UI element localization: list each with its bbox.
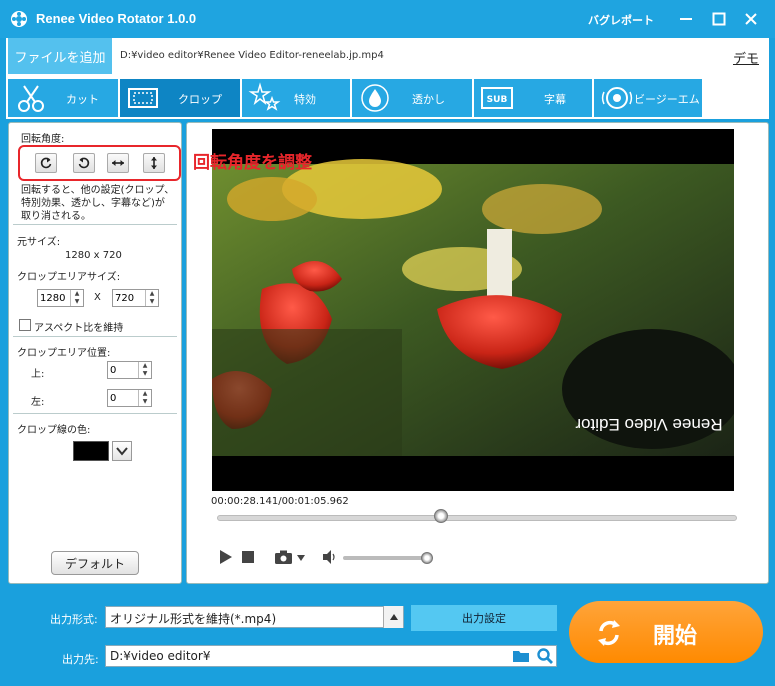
seek-thumb[interactable] bbox=[433, 509, 448, 523]
crop-height-input[interactable] bbox=[115, 291, 141, 305]
folder-icon[interactable] bbox=[512, 648, 530, 664]
output-format-select[interactable]: オリジナル形式を維持(*.mp4) bbox=[105, 606, 404, 628]
output-destination-value: D:¥video editor¥ bbox=[110, 649, 211, 663]
start-button-label: 開始 bbox=[653, 624, 698, 649]
scissors-icon bbox=[18, 85, 44, 112]
top-offset-arrows[interactable]: ▲ ▼ bbox=[138, 362, 151, 378]
crop-area-size-label: クロップエリアサイズ: bbox=[17, 272, 121, 283]
music-icon bbox=[601, 87, 633, 109]
tab-bgm-label: ビージーエム bbox=[634, 93, 700, 106]
timecode: 00:00:28.141/00:01:05.962 bbox=[211, 496, 349, 507]
top-label: 上: bbox=[31, 369, 45, 380]
volume-icon[interactable] bbox=[321, 549, 339, 565]
original-size-value: 1280 x 720 bbox=[65, 250, 122, 261]
crop-settings-panel: 回転角度: 回転すると、他の設定(クロップ、 特別効果、透かし、字幕など)が 取… bbox=[8, 122, 182, 584]
close-icon[interactable] bbox=[741, 9, 761, 29]
volume-bar[interactable] bbox=[343, 556, 431, 560]
crop-height-arrows[interactable]: ▲ ▼ bbox=[145, 290, 158, 306]
crop-line-color-swatch[interactable] bbox=[73, 441, 109, 461]
rotation-annotation: 回転角度を調整 bbox=[193, 153, 312, 173]
tab-crop-label: クロップ bbox=[178, 93, 222, 106]
tab-effects-label: 特効 bbox=[294, 93, 316, 106]
start-button[interactable]: 開始 bbox=[569, 601, 763, 663]
watermark-drop-icon bbox=[361, 84, 389, 112]
output-destination-field[interactable]: D:¥video editor¥ bbox=[105, 645, 557, 667]
add-file-button[interactable]: ファイルを追加 bbox=[8, 38, 112, 74]
keep-aspect-checkbox[interactable] bbox=[19, 319, 31, 331]
camera-icon[interactable] bbox=[273, 549, 295, 565]
left-offset-arrows[interactable]: ▲ ▼ bbox=[138, 390, 151, 406]
rotation-note-line3: 取り消される。 bbox=[21, 211, 91, 222]
crop-width-input[interactable] bbox=[40, 291, 66, 305]
maximize-icon[interactable] bbox=[709, 9, 729, 29]
tab-watermark-label: 透かし bbox=[412, 93, 445, 106]
file-path: D:¥video editor¥Renee Video Editor-renee… bbox=[120, 50, 384, 61]
video-preview: Renee Video Editor bbox=[212, 129, 734, 491]
search-icon[interactable] bbox=[536, 647, 554, 665]
rotation-label: 回転角度: bbox=[21, 134, 65, 145]
tab-subtitle[interactable]: SUB 字幕 bbox=[474, 79, 592, 117]
time-current: 00:00:28.141 bbox=[211, 496, 279, 507]
crop-width-arrows[interactable]: ▲ ▼ bbox=[70, 290, 83, 306]
output-format-value: オリジナル形式を維持(*.mp4) bbox=[110, 612, 277, 626]
convert-arrows-icon bbox=[598, 620, 620, 646]
output-destination-label: 出力先: bbox=[62, 653, 99, 666]
crop-line-color-dropdown[interactable] bbox=[112, 441, 132, 461]
crop-height-stepper[interactable]: ▲▼ bbox=[112, 289, 159, 307]
preview-panel: Renee Video Editor 00:00:28.141/00:01:05… bbox=[186, 122, 769, 584]
svg-text:SUB: SUB bbox=[487, 95, 508, 105]
subtitle-icon: SUB bbox=[481, 87, 513, 109]
app-title: Renee Video Rotator 1.0.0 bbox=[36, 11, 197, 26]
triangle-up-icon bbox=[389, 614, 398, 620]
video-watermark-text: Renee Video Editor bbox=[575, 415, 722, 434]
crop-icon bbox=[128, 88, 158, 108]
stop-icon[interactable] bbox=[239, 549, 257, 565]
default-button[interactable]: デフォルト bbox=[51, 551, 139, 575]
app-logo-icon bbox=[11, 11, 27, 27]
play-icon[interactable] bbox=[217, 549, 235, 565]
output-format-dropdown[interactable] bbox=[383, 606, 403, 628]
left-label: 左: bbox=[31, 397, 45, 408]
divider bbox=[13, 413, 177, 414]
top-offset-stepper[interactable]: ▲▼ bbox=[107, 361, 152, 379]
tab-subtitle-label: 字幕 bbox=[544, 93, 566, 106]
divider bbox=[13, 224, 177, 225]
output-format-label: 出力形式: bbox=[50, 613, 98, 626]
output-settings-button[interactable]: 出力設定 bbox=[411, 605, 557, 631]
crop-position-label: クロップエリア位置: bbox=[17, 348, 111, 359]
crop-line-color-label: クロップ線の色: bbox=[17, 425, 91, 436]
crop-size-separator: X bbox=[94, 292, 101, 303]
chevron-down-icon bbox=[116, 447, 128, 456]
divider bbox=[13, 336, 177, 337]
tool-tabs: カット クロップ 特効 透かし SUB 字幕 ビージーエム bbox=[6, 77, 769, 119]
original-size-label: 元サイズ: bbox=[17, 237, 61, 248]
tab-effects[interactable]: 特効 bbox=[242, 79, 350, 117]
keep-aspect-label: アスペクト比を維持 bbox=[34, 323, 124, 334]
rotation-highlight-box bbox=[18, 145, 181, 181]
volume-thumb[interactable] bbox=[421, 552, 433, 564]
tab-cut-label: カット bbox=[66, 93, 99, 106]
tab-watermark[interactable]: 透かし bbox=[352, 79, 472, 117]
minimize-icon[interactable] bbox=[676, 9, 696, 29]
tab-crop[interactable]: クロップ bbox=[120, 79, 240, 117]
stars-icon bbox=[248, 82, 281, 111]
top-offset-input[interactable] bbox=[110, 363, 136, 377]
demo-link[interactable]: デモ bbox=[733, 48, 759, 67]
title-bar: Renee Video Rotator 1.0.0 バグレポート bbox=[0, 0, 775, 38]
seek-bar[interactable] bbox=[217, 515, 737, 521]
crop-width-stepper[interactable]: ▲▼ bbox=[37, 289, 84, 307]
left-offset-stepper[interactable]: ▲▼ bbox=[107, 389, 152, 407]
left-offset-input[interactable] bbox=[110, 391, 136, 405]
video-frame: Renee Video Editor bbox=[212, 159, 734, 456]
time-total: 00:01:05.962 bbox=[281, 496, 349, 507]
tab-bgm[interactable]: ビージーエム bbox=[594, 79, 702, 117]
camera-dropdown-icon[interactable] bbox=[295, 549, 307, 565]
tab-cut[interactable]: カット bbox=[8, 79, 118, 117]
file-row: ファイルを追加 D:¥video editor¥Renee Video Edit… bbox=[6, 38, 769, 77]
bug-report-link[interactable]: バグレポート bbox=[588, 12, 654, 28]
